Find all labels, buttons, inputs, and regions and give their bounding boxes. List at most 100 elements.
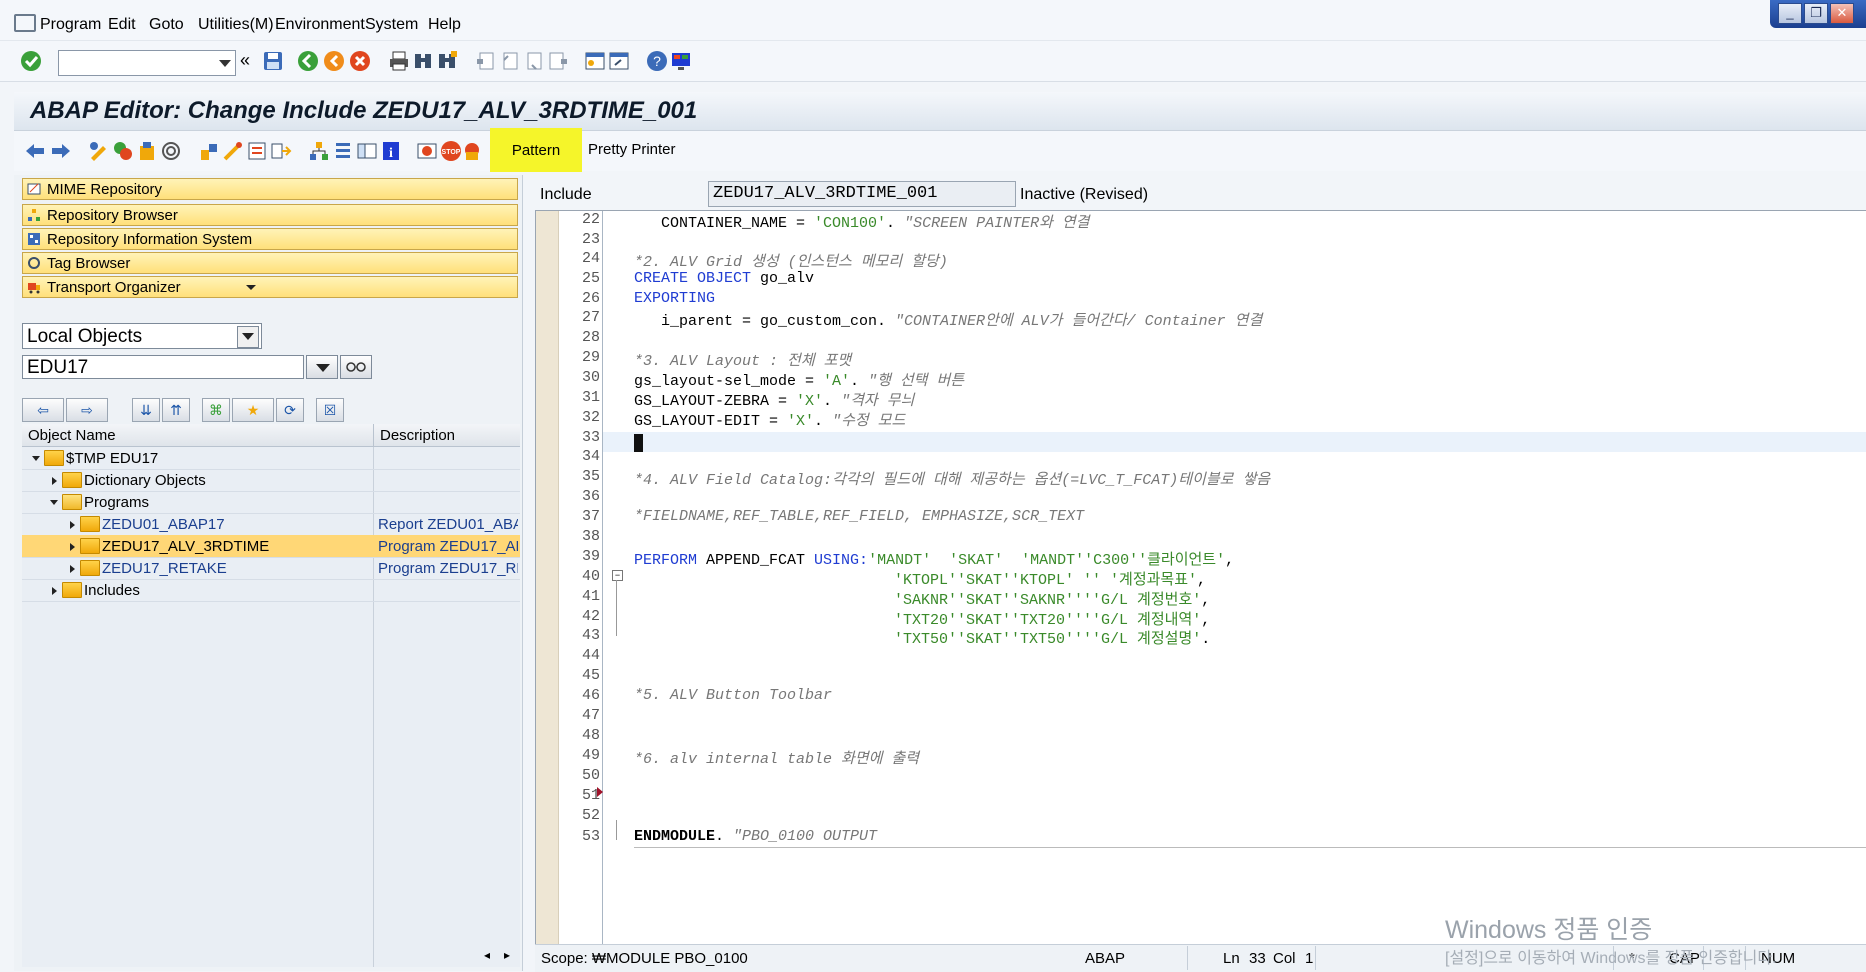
display-glasses-button[interactable]	[340, 355, 372, 379]
info-icon[interactable]: i	[380, 140, 402, 162]
previous-object-button[interactable]: ⇦	[22, 398, 64, 422]
next-object-button[interactable]: ⇨	[66, 398, 108, 422]
tree-node-program[interactable]: ZEDU01_ABAP17 Report ZEDU01_ABAP17	[22, 513, 520, 536]
line-number: 38	[581, 528, 600, 545]
last-page-icon[interactable]	[547, 50, 569, 72]
chevron-down-icon[interactable]	[237, 326, 259, 348]
tree-node-tmp[interactable]: $TMP EDU17	[22, 447, 520, 470]
activate-icon[interactable]	[198, 140, 220, 162]
next-page-icon[interactable]	[523, 50, 545, 72]
menu-system[interactable]: System	[365, 16, 418, 34]
enhancement-icon[interactable]	[332, 140, 354, 162]
breakpoint-icon[interactable]	[416, 140, 438, 162]
customize-layout-icon[interactable]	[670, 50, 692, 72]
enter-check-icon[interactable]	[20, 50, 42, 72]
stop-icon[interactable]: STOP	[440, 140, 462, 162]
pretty-printer-button[interactable]: Pretty Printer	[582, 134, 682, 164]
breakpoint-marker-icon[interactable]	[597, 787, 603, 797]
command-field[interactable]	[58, 50, 236, 76]
collapsed-icon[interactable]	[52, 477, 57, 485]
refresh-button[interactable]: ⟳	[276, 398, 304, 422]
other-object-icon[interactable]	[136, 140, 158, 162]
active-inactive-icon[interactable]	[112, 140, 134, 162]
object-name-input[interactable]: EDU17	[22, 355, 304, 379]
expanded-icon[interactable]	[50, 500, 58, 505]
find-next-icon[interactable]	[436, 50, 458, 72]
tree-node-program[interactable]: ZEDU17_RETAKE Program ZEDU17_RETAKE	[22, 557, 520, 580]
minimize-icon[interactable]: _	[1778, 3, 1802, 24]
editor-gutter[interactable]	[536, 211, 559, 952]
back-icon[interactable]	[297, 50, 319, 72]
tag-browser-button[interactable]: Tag Browser	[22, 252, 518, 274]
tree-node-includes[interactable]: Includes	[22, 579, 520, 602]
collapse-icon[interactable]: «	[240, 50, 250, 71]
forward-arrow-icon[interactable]	[50, 140, 72, 162]
layout-icon[interactable]	[356, 140, 378, 162]
chevron-down-icon[interactable]	[219, 60, 231, 67]
save-icon[interactable]	[262, 50, 284, 72]
tree-node-dictionary[interactable]: Dictionary Objects	[22, 469, 520, 492]
display-change-icon[interactable]	[88, 140, 110, 162]
check-icon[interactable]	[160, 140, 182, 162]
expanded-icon[interactable]	[32, 456, 40, 461]
object-type-select[interactable]: Local Objects	[22, 323, 262, 349]
exit-icon[interactable]	[323, 50, 345, 72]
find-icon[interactable]	[412, 50, 434, 72]
scroll-right-icon[interactable]: ▸	[504, 948, 510, 962]
back-arrow-icon[interactable]	[24, 140, 46, 162]
line-number: 52	[581, 807, 600, 824]
menu-program[interactable]: Program	[40, 16, 101, 34]
expand-all-button[interactable]: ⇊	[132, 398, 160, 422]
collapsed-icon[interactable]	[70, 565, 75, 573]
menu-help[interactable]: Help	[428, 16, 461, 34]
first-page-icon[interactable]	[475, 50, 497, 72]
collapsed-icon[interactable]	[52, 587, 57, 595]
description-header[interactable]: Description	[380, 427, 455, 444]
previous-page-icon[interactable]	[499, 50, 521, 72]
code-line: 'TXT20''SKAT''TXT20''''G/L 계정내역',	[894, 612, 1211, 629]
tree-header: Object Name Description	[22, 424, 520, 447]
panel-dropdown-icon[interactable]	[246, 285, 256, 290]
folder-icon	[44, 450, 64, 466]
navigation-window-icon[interactable]	[308, 140, 330, 162]
cancel-icon[interactable]	[349, 50, 371, 72]
tree-node-programs[interactable]: Programs	[22, 491, 520, 514]
display-object-list-icon[interactable]	[270, 140, 292, 162]
restore-icon[interactable]: ❐	[1804, 3, 1828, 24]
shortcut-icon[interactable]	[608, 50, 630, 72]
include-name-field[interactable]: ZEDU17_ALV_3RDTIME_001	[708, 181, 1016, 207]
where-used-icon[interactable]	[246, 140, 268, 162]
mime-repository-button[interactable]: MIME Repository	[22, 178, 518, 200]
scroll-left-icon[interactable]: ◂	[484, 948, 490, 962]
repository-browser-button[interactable]: Repository Browser	[22, 204, 518, 226]
collapse-all-button[interactable]: ⇈	[162, 398, 190, 422]
print-icon[interactable]	[388, 50, 410, 72]
menu-edit[interactable]: Edit	[108, 16, 136, 34]
nav-label: Repository Browser	[47, 207, 178, 224]
help-icon[interactable]: ?	[646, 50, 668, 72]
collapsed-icon[interactable]	[70, 521, 75, 529]
test-icon[interactable]	[222, 140, 244, 162]
menu-goto[interactable]: Goto	[149, 16, 184, 34]
tree-node-program-selected[interactable]: ZEDU17_ALV_3RDTIME Program ZEDU17_ALV_3R…	[22, 535, 520, 558]
object-name-dropdown-button[interactable]	[306, 355, 338, 379]
menu-environment[interactable]: Environment	[275, 16, 365, 34]
hierarchy-button[interactable]: ⌘	[202, 398, 230, 422]
tree-node-label: Includes	[84, 582, 140, 599]
code-line: EXPORTING	[634, 290, 716, 307]
glasses-icon	[346, 362, 366, 372]
pattern-button[interactable]: Pattern	[490, 128, 582, 172]
close-icon[interactable]: ✕	[1830, 3, 1854, 24]
fold-marker-icon[interactable]: −	[612, 570, 623, 581]
menu-utilities[interactable]: Utilities(M)	[198, 16, 274, 34]
object-name-header[interactable]: Object Name	[28, 427, 116, 444]
collapsed-icon[interactable]	[70, 543, 75, 551]
menu-icon[interactable]	[14, 14, 36, 32]
line-number: 28	[581, 329, 600, 346]
close-tree-button[interactable]: ☒	[316, 398, 344, 422]
new-session-icon[interactable]	[584, 50, 606, 72]
transport-organizer-button[interactable]: Transport Organizer	[22, 276, 518, 298]
text-cursor	[634, 434, 643, 452]
repository-information-system-button[interactable]: Repository Information System	[22, 228, 518, 250]
favorites-button[interactable]: ★	[232, 398, 274, 422]
